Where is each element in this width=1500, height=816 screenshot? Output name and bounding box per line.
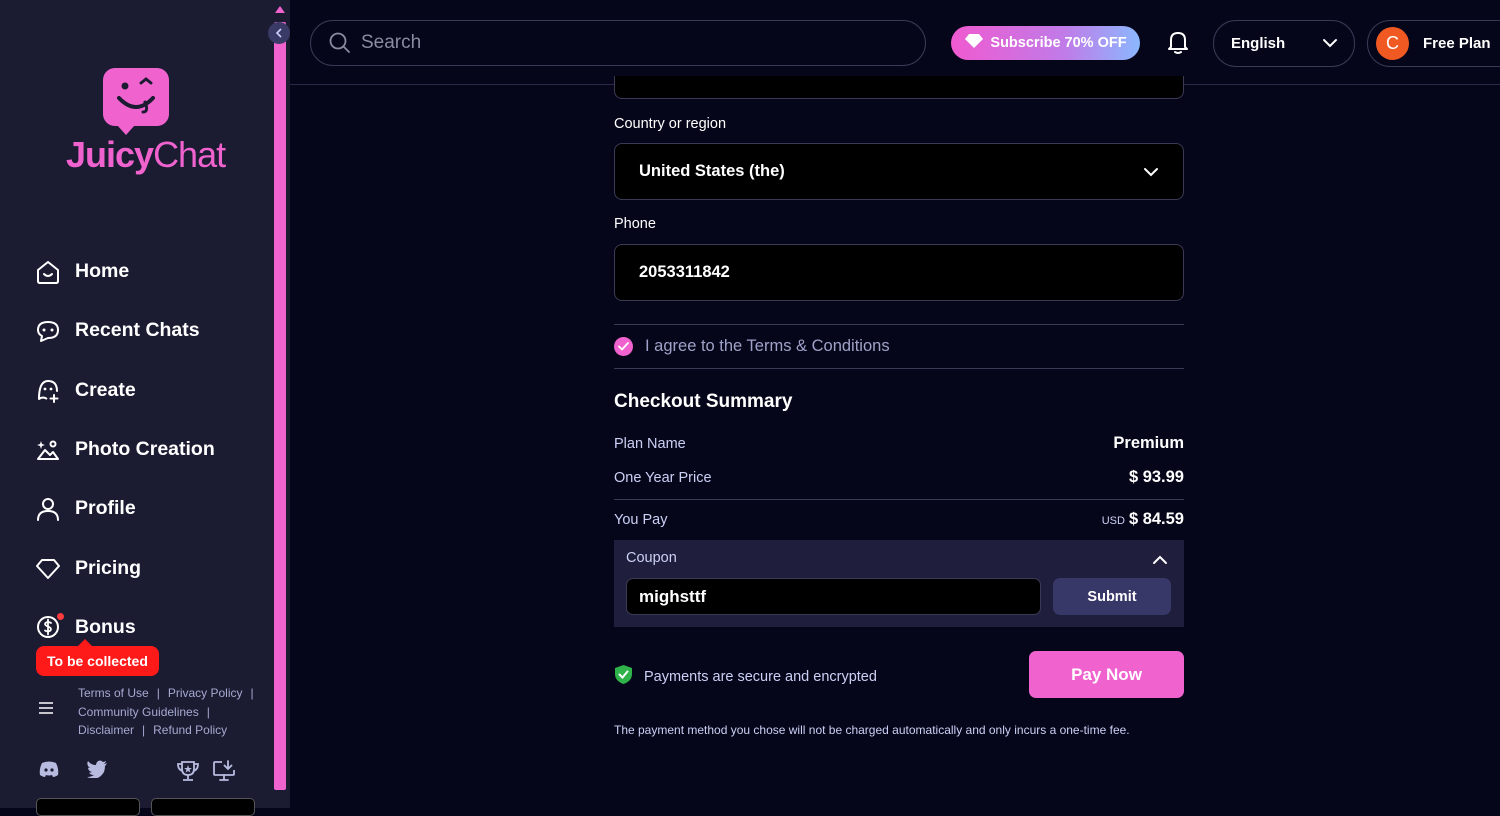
year-price-row: One Year Price $ 93.99 (614, 468, 1184, 487)
search-icon (329, 32, 350, 53)
sidebar-item-label: Photo Creation (75, 438, 215, 461)
plan-label: Free Plan (1423, 35, 1491, 52)
avatar: C (1376, 27, 1409, 60)
language-select[interactable]: English (1213, 20, 1355, 67)
scrollbar-thumb[interactable] (274, 22, 286, 790)
sidebar-item-label: Bonus (75, 615, 136, 638)
juicychat-logo[interactable]: JuicyChat (66, 68, 226, 178)
logo-bubble-icon (103, 68, 169, 135)
account-menu[interactable]: C Free Plan (1367, 20, 1500, 67)
sidebar-item-photo-creation[interactable]: Photo Creation (34, 420, 215, 479)
logo-wordmark: JuicyChat (66, 134, 226, 175)
sidebar-item-profile[interactable]: Profile (34, 479, 215, 538)
sidebar-item-create[interactable]: Create (34, 361, 215, 420)
sidebar: JuicyChat Home Recent Chats Create Photo… (0, 0, 272, 816)
twitter-icon[interactable] (86, 760, 108, 783)
web-app-badge[interactable] (151, 798, 255, 816)
divider (614, 324, 1184, 325)
bonus-badge[interactable]: To be collected (36, 639, 159, 676)
sidebar-item-label: Create (75, 378, 136, 401)
chevron-up-icon[interactable] (1152, 553, 1168, 571)
checkout-summary-title: Checkout Summary (614, 391, 793, 412)
sidebar-item-label: Recent Chats (75, 319, 200, 342)
chevron-down-icon (1143, 164, 1159, 183)
diamond-icon (964, 33, 984, 53)
trophy-icon[interactable] (176, 760, 200, 787)
separator: | (156, 686, 160, 700)
phone-field[interactable]: 2053311842 (614, 244, 1184, 301)
sidebar-nav: Home Recent Chats Create Photo Creation … (34, 242, 215, 657)
sidebar-item-label: Pricing (75, 556, 142, 579)
disclaimer-link[interactable]: Disclaimer (78, 723, 134, 737)
create-character-icon (34, 376, 62, 404)
secure-text: Payments are secure and encrypted (644, 668, 877, 685)
photo-icon (34, 436, 62, 464)
scroll-up-arrow-icon[interactable] (275, 6, 285, 13)
country-select[interactable]: United States (the) (614, 143, 1184, 200)
privacy-link[interactable]: Privacy Policy (168, 686, 243, 700)
coupon-input[interactable]: mighsttf (626, 578, 1041, 615)
social-links (36, 760, 246, 786)
shield-check-icon (614, 664, 633, 689)
separator: | (142, 723, 146, 737)
chevron-left-icon (275, 28, 282, 38)
dollar-coin-icon (34, 613, 64, 641)
sidebar-item-recent-chats[interactable]: Recent Chats (34, 301, 215, 360)
plan-name-value: Premium (1113, 434, 1184, 452)
top-bar: Search Subscribe 70% OFF English C Free … (290, 0, 1500, 85)
subscribe-button[interactable]: Subscribe 70% OFF (951, 26, 1140, 60)
footer-links: Terms of Use | Privacy Policy | Community G… (78, 684, 268, 740)
sidebar-item-home[interactable]: Home (34, 242, 215, 301)
app-store-badge[interactable] (36, 798, 140, 816)
divider (614, 368, 1184, 369)
bell-icon[interactable] (1166, 29, 1190, 60)
coupon-submit-button[interactable]: Submit (1053, 578, 1171, 615)
agree-text: I agree to the Terms & Conditions (645, 337, 890, 355)
secure-payment-note: Payments are secure and encrypted (614, 664, 877, 689)
community-guidelines-link[interactable]: Community Guidelines (78, 705, 199, 719)
collapse-sidebar-button[interactable] (268, 22, 290, 44)
currency-code: USD (1101, 515, 1125, 527)
plan-name-row: Plan Name Premium (614, 434, 1184, 453)
separator: | (206, 704, 210, 719)
previous-field-bottom[interactable] (614, 76, 1184, 99)
subscribe-label: Subscribe 70% OFF (990, 35, 1127, 51)
language-value: English (1231, 35, 1286, 52)
search-placeholder: Search (361, 32, 422, 53)
phone-label: Phone (614, 216, 656, 232)
chat-bubble-icon (34, 317, 62, 345)
checkmark-icon[interactable] (614, 337, 633, 356)
discord-icon[interactable] (38, 760, 60, 783)
coupon-label: Coupon (626, 550, 677, 566)
sidebar-item-label: Profile (75, 497, 136, 520)
year-price-label: One Year Price (614, 469, 712, 486)
download-icon[interactable] (212, 760, 236, 787)
payment-note: The payment method you chose will not be… (614, 723, 1130, 737)
country-label: Country or region (614, 116, 727, 132)
menu-icon[interactable] (38, 700, 54, 721)
user-icon (34, 495, 62, 523)
terms-link[interactable]: Terms of Use (78, 686, 149, 700)
you-pay-row: You Pay USD $ 84.59 (614, 510, 1184, 529)
sidebar-item-pricing[interactable]: Pricing (34, 538, 215, 597)
home-icon (34, 258, 62, 286)
chevron-down-icon (1322, 36, 1338, 53)
refund-policy-link[interactable]: Refund Policy (153, 723, 227, 737)
diamond-icon (34, 554, 62, 582)
phone-value: 2053311842 (639, 263, 730, 281)
sidebar-item-label: Home (75, 260, 130, 283)
pay-now-button[interactable]: Pay Now (1029, 651, 1184, 698)
notification-dot (57, 613, 64, 621)
terms-agreement[interactable]: I agree to the Terms & Conditions (614, 337, 890, 356)
search-input[interactable]: Search (310, 20, 926, 66)
plan-name-label: Plan Name (614, 435, 686, 452)
divider (614, 499, 1184, 500)
you-pay-label: You Pay (614, 511, 668, 528)
year-price-value: $ 93.99 (1128, 468, 1184, 486)
coupon-panel: Coupon mighsttf Submit (614, 540, 1184, 627)
sidebar-scrollbar[interactable] (272, 0, 290, 808)
country-value: United States (the) (639, 162, 785, 180)
separator: | (250, 686, 254, 700)
you-pay-value: $ 84.59 (1128, 510, 1184, 528)
